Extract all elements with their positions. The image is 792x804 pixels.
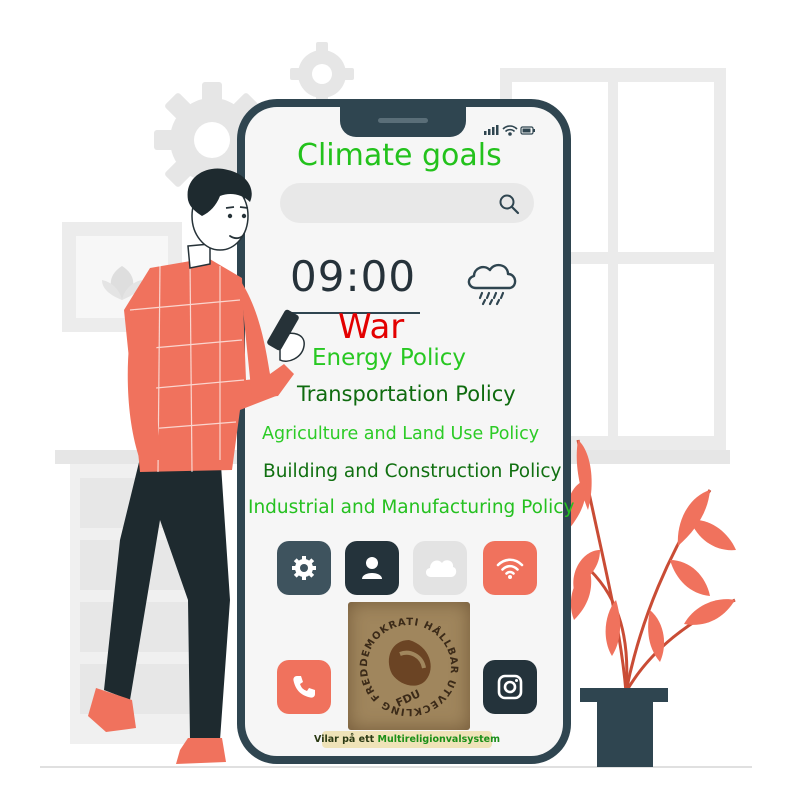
screen-title: Climate goals [297,138,502,173]
wifi-app-button[interactable] [483,541,537,595]
search-input[interactable] [280,183,534,223]
fdu-logo-seal: DEMOKRATI HÅLLBAR UTVECKLING FRED FDU [359,617,458,717]
caption-prefix: Vilar på ett [314,734,375,745]
status-bar-icons [484,125,535,136]
contact-icon [362,557,382,579]
stamp-caption: Vilar på ett Multireligionvalsystem [314,731,500,748]
caption-highlight: Multireligionvalsystem [377,734,500,745]
rain-cloud-icon [467,263,517,306]
person-illustration [88,168,305,764]
policy-item: Energy Policy [312,345,466,371]
phone-speaker [378,118,428,123]
plant-pot [597,695,653,767]
battery-icon [520,126,535,135]
signal-icon [484,125,499,135]
small-gear-icon [290,42,354,106]
plant-leaves [566,439,736,693]
search-icon[interactable] [498,193,520,215]
wifi-icon [496,558,524,579]
instagram-icon [497,674,523,700]
instagram-app-button[interactable] [483,660,537,714]
contacts-app-button[interactable] [345,541,399,595]
policy-item: Transportation Policy [297,382,516,406]
wifi-status-icon [502,125,518,136]
headline-war: War [338,307,405,347]
cloud-app-button[interactable] [413,541,467,595]
cloud-icon [425,560,457,577]
window-pane [618,82,714,252]
